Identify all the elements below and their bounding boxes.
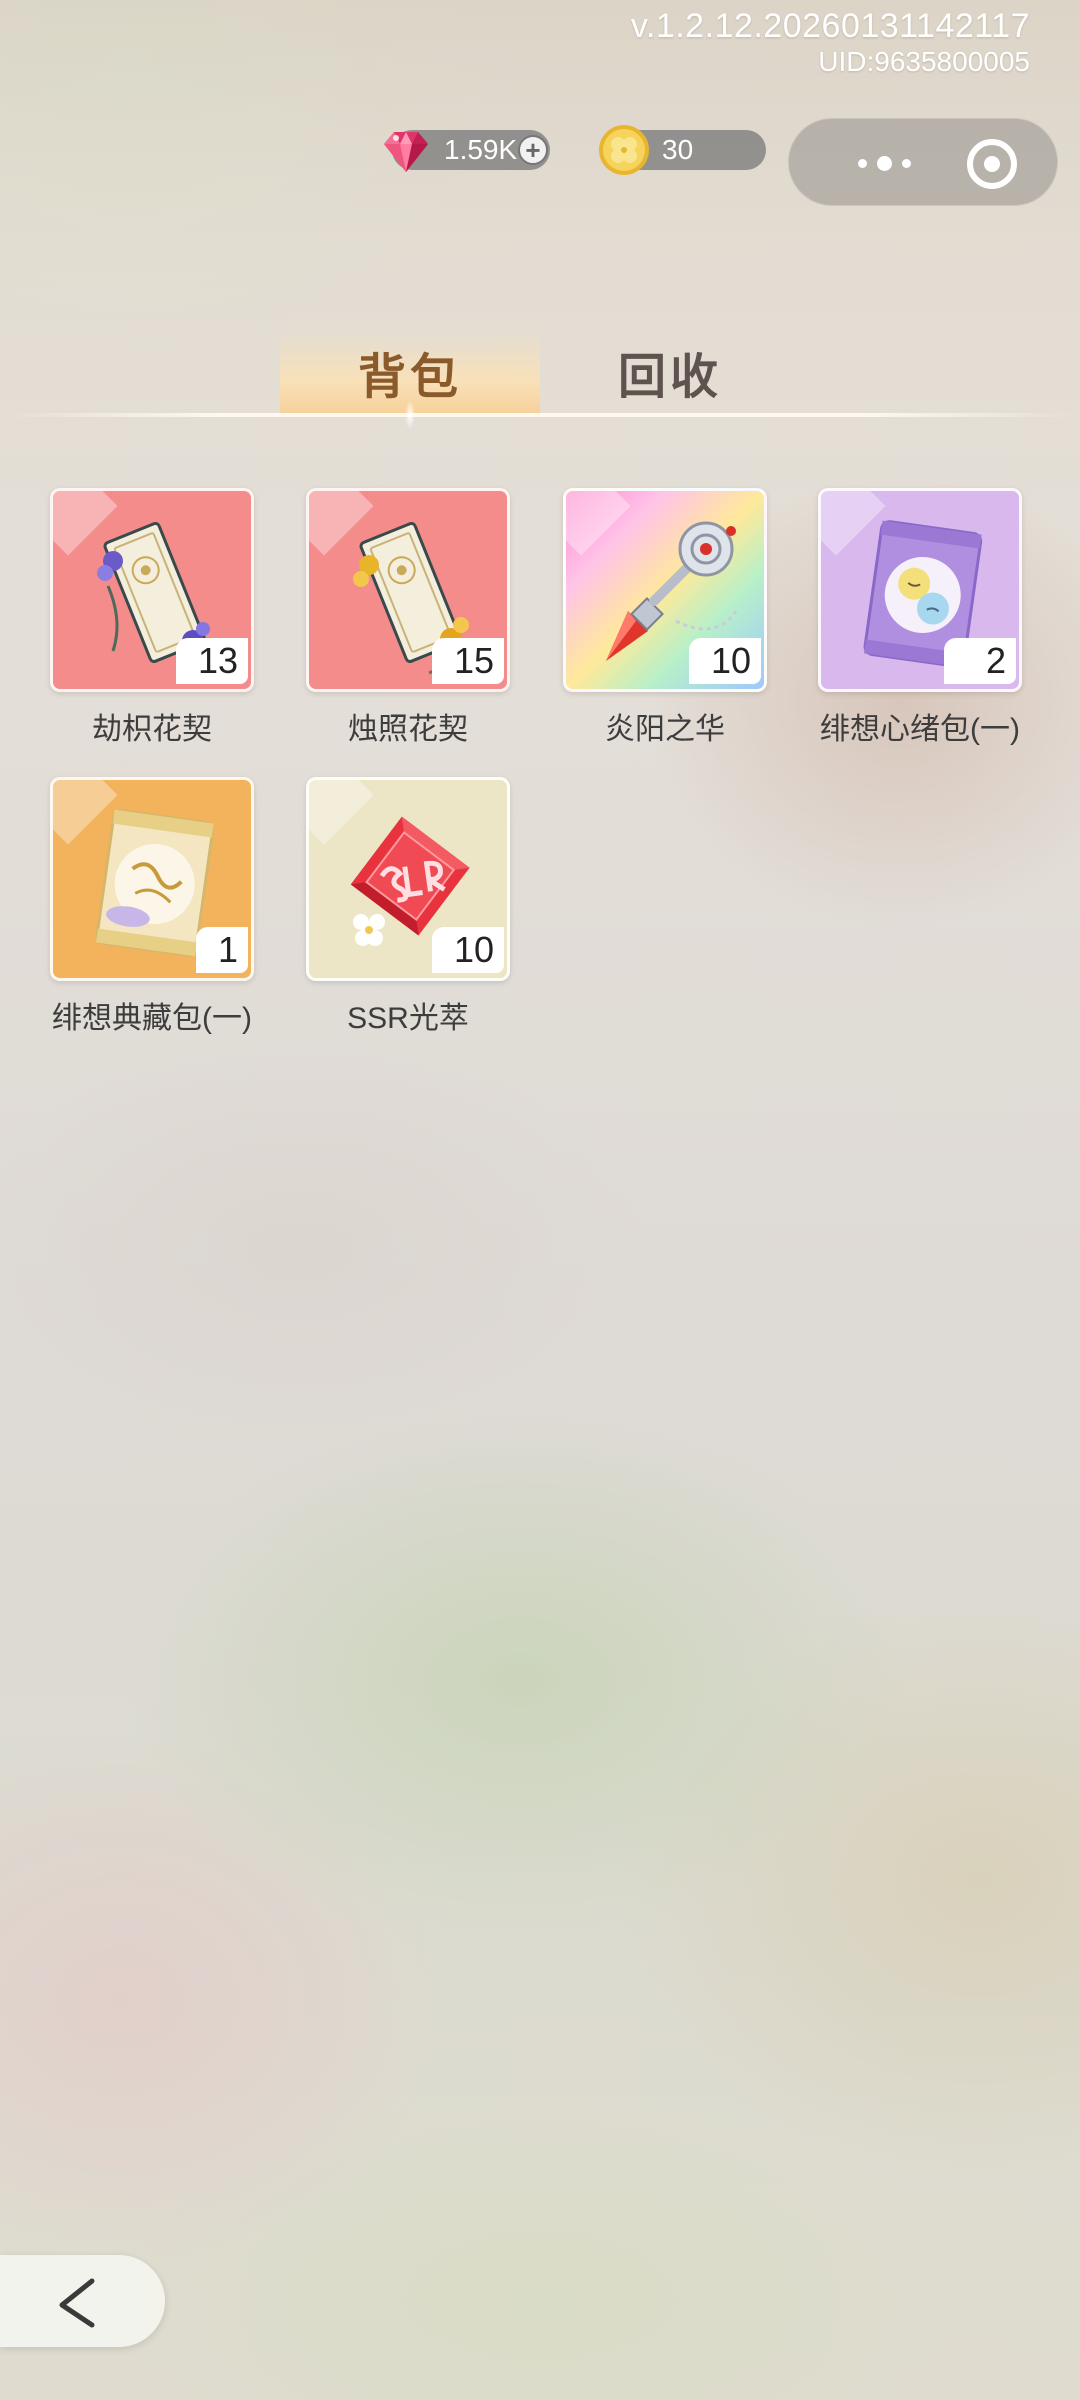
inventory-item[interactable]: 13 劫枳花契 xyxy=(50,488,254,748)
inventory-item[interactable]: 10 SSR光萃 xyxy=(306,777,510,1037)
clover-coin-icon xyxy=(599,125,649,175)
tab-bar: 背包 回收 xyxy=(0,330,1080,430)
item-count: 1 xyxy=(196,927,248,973)
item-count: 10 xyxy=(689,638,761,684)
inventory-item[interactable]: 15 烛照花契 xyxy=(306,488,510,748)
tab-recycle[interactable]: 回收 xyxy=(540,330,800,414)
version-text: v.1.2.12.20260131142117 xyxy=(630,7,1030,45)
tab-divider xyxy=(0,413,1080,417)
inventory-item[interactable]: 2 绯想心绪包(一) xyxy=(818,488,1022,748)
item-name: 劫枳花契 xyxy=(92,713,212,746)
capsule-menu xyxy=(788,118,1058,206)
inventory-item[interactable]: 10 炎阳之华 xyxy=(563,488,767,748)
back-button[interactable] xyxy=(0,2255,165,2347)
inventory-item[interactable]: 1 绯想典藏包(一) xyxy=(50,777,254,1037)
target-close-icon[interactable] xyxy=(967,139,1017,189)
version-info: v.1.2.12.20260131142117 UID:9635800005 xyxy=(631,6,1030,78)
gem-currency: 1.59K + xyxy=(384,130,550,172)
coin-currency: 30 xyxy=(599,125,766,175)
uid-text: UID:9635800005 xyxy=(818,46,1030,77)
item-count: 15 xyxy=(432,638,504,684)
back-arrow-icon xyxy=(59,2278,95,2328)
item-name: 烛照花契 xyxy=(348,713,468,746)
item-count: 2 xyxy=(944,638,1016,684)
add-gems-button[interactable]: + xyxy=(518,135,548,165)
gem-count: 1.59K xyxy=(444,134,518,165)
coin-count: 30 xyxy=(662,134,694,165)
item-name: 炎阳之华 xyxy=(605,713,725,746)
item-count: 10 xyxy=(432,927,504,973)
more-dots-icon[interactable] xyxy=(829,119,939,207)
item-name: 绯想心绪包(一) xyxy=(820,713,1020,746)
item-name: 绯想典藏包(一) xyxy=(52,1002,252,1035)
item-name: SSR光萃 xyxy=(347,1002,469,1035)
item-count: 13 xyxy=(176,638,248,684)
gem-icon xyxy=(384,132,428,172)
active-tab-indicator xyxy=(405,400,415,430)
